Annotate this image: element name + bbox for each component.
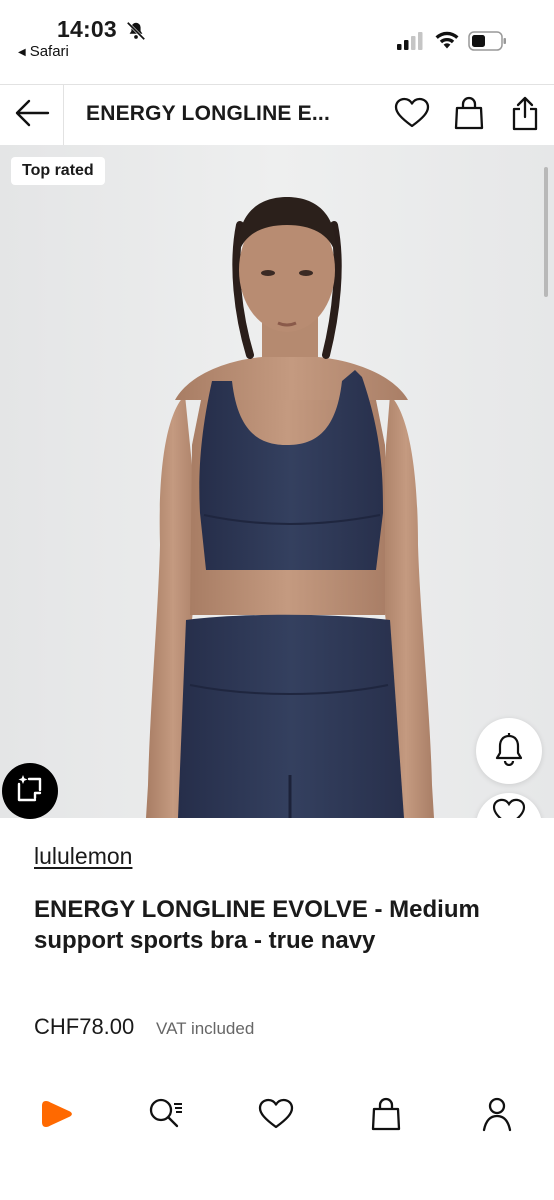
vat-note: VAT included xyxy=(156,1019,255,1038)
tab-home[interactable] xyxy=(35,1094,79,1138)
status-time: 14:03 xyxy=(57,16,117,42)
share-button[interactable] xyxy=(507,95,543,136)
search-icon xyxy=(147,1096,185,1137)
back-button[interactable] xyxy=(0,85,64,145)
status-bar: 14:03 ◀ Safari xyxy=(0,0,554,84)
bell-slash-icon xyxy=(125,20,147,47)
ai-lens-icon xyxy=(15,774,45,809)
back-arrow-icon xyxy=(14,99,50,132)
heart-icon xyxy=(492,798,526,818)
product-photo xyxy=(0,145,554,818)
product-image-gallery[interactable]: Top rated xyxy=(0,145,554,818)
wishlist-button[interactable] xyxy=(394,97,430,133)
back-to-app-link[interactable]: ◀ Safari xyxy=(18,43,69,60)
bag-icon xyxy=(370,1097,402,1136)
signal-icon xyxy=(397,32,425,55)
tab-search[interactable] xyxy=(144,1094,188,1138)
product-name: ENERGY LONGLINE EVOLVE - Medium support … xyxy=(34,896,480,954)
bell-icon xyxy=(494,732,524,771)
product-price: CHF78.00 xyxy=(34,1014,135,1039)
page-scrollbar[interactable] xyxy=(544,167,548,297)
wifi-icon xyxy=(434,30,460,55)
bag-icon xyxy=(453,96,485,135)
top-rated-badge: Top rated xyxy=(11,157,105,185)
brand-link[interactable]: lululemon xyxy=(34,843,132,870)
bag-button[interactable] xyxy=(451,96,487,135)
profile-icon xyxy=(481,1096,513,1137)
ai-lens-button[interactable] xyxy=(2,763,58,819)
back-triangle-icon: ◀ xyxy=(18,47,26,58)
tab-profile[interactable] xyxy=(475,1094,519,1138)
price-alert-button[interactable] xyxy=(476,718,542,784)
home-play-icon xyxy=(40,1098,74,1135)
tab-bag[interactable] xyxy=(364,1094,408,1138)
tab-wishlist[interactable] xyxy=(254,1094,298,1138)
share-icon xyxy=(510,95,540,136)
page-title: ENERGY LONGLINE E... xyxy=(86,102,330,125)
battery-icon xyxy=(468,31,508,56)
wishlist-heart-icon xyxy=(258,1098,294,1135)
heart-icon xyxy=(394,97,430,134)
product-header: ENERGY LONGLINE E... xyxy=(0,84,554,146)
back-app-label: Safari xyxy=(29,43,69,60)
bottom-tab-bar xyxy=(0,1080,554,1156)
